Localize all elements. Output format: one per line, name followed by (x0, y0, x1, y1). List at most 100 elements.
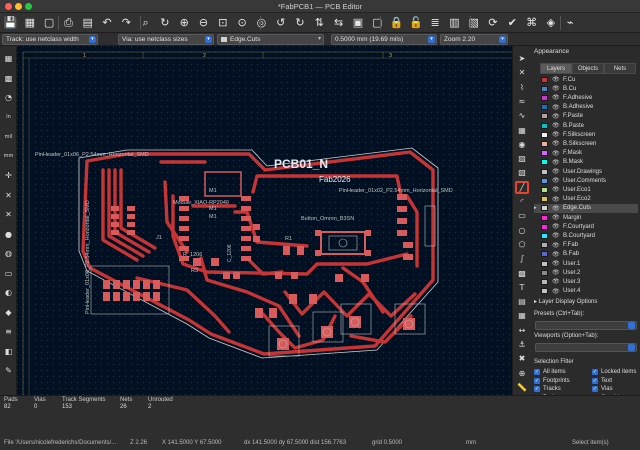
checkbox-icon[interactable]: ✓ (534, 377, 540, 384)
zoom-fit-icon[interactable]: ⊡ (215, 15, 230, 30)
visibility-eye-icon[interactable]: 👁 (552, 260, 560, 267)
visibility-eye-icon[interactable]: 👁 (552, 278, 560, 285)
board-setup-icon[interactable]: ▦ (22, 15, 37, 30)
layer-color-swatch[interactable] (541, 150, 548, 157)
layer-row[interactable]: 👁 User.1 (534, 259, 638, 268)
tab-nets[interactable]: Nets (604, 63, 636, 74)
group-icon[interactable]: ▣ (350, 15, 365, 30)
layer-row[interactable]: 👁 User.3 (534, 277, 638, 286)
unlock-icon[interactable]: 🔓 (408, 15, 423, 30)
visibility-eye-icon[interactable]: 👁 (552, 177, 560, 184)
visibility-eye-icon[interactable]: 👁 (552, 150, 560, 157)
measure-icon[interactable]: 📏 (515, 381, 529, 394)
zoom-objects-icon[interactable]: ⊙ (235, 15, 250, 30)
page-settings-icon[interactable]: ▢ (42, 15, 57, 30)
plot-icon[interactable]: ▤ (80, 15, 95, 30)
route-diff-pair-icon[interactable]: ≈ (515, 95, 529, 108)
add-footprint-icon[interactable]: ▦ (515, 124, 529, 137)
layer-color-swatch[interactable] (541, 186, 548, 193)
visibility-eye-icon[interactable]: 👁 (552, 223, 560, 230)
layer-row[interactable]: 👁 User.Comments (534, 176, 638, 185)
footprint-editor-icon[interactable]: ▥ (447, 15, 462, 30)
visibility-eye-icon[interactable]: 👁 (552, 122, 560, 129)
draw-line-icon[interactable]: ╱ (515, 180, 529, 194)
visibility-eye-icon[interactable]: 👁 (552, 113, 560, 120)
draw-rect-icon[interactable]: ▭ (515, 209, 529, 222)
layer-color-swatch[interactable] (541, 278, 548, 285)
ratsnest-icon[interactable]: ✕ (2, 189, 15, 202)
zoom-select[interactable]: Zoom 2.20 ▾ (440, 34, 508, 45)
layer-row[interactable]: 👁 B.Mask (534, 158, 638, 167)
layer-row[interactable]: 👁 B.Silkscreen (534, 139, 638, 148)
visibility-eye-icon[interactable]: 👁 (552, 168, 560, 175)
mm-icon[interactable]: mm (2, 150, 15, 163)
grid-icon[interactable]: ▦ (2, 52, 15, 65)
show-pads-icon[interactable]: ● (2, 228, 15, 241)
redo-icon[interactable]: ↷ (119, 15, 134, 30)
layer-display-options[interactable]: ▸ Layer Display Options (534, 298, 597, 305)
inches-icon[interactable]: in (2, 111, 15, 124)
board-view[interactable]: 1 2 3 PCB01_N Fab2026 PinHeader_01x06_P2… (17, 46, 512, 395)
add-image-icon[interactable]: ▩ (515, 267, 529, 280)
select-icon[interactable]: ➤ (515, 52, 529, 65)
tab-layers[interactable]: Layers (540, 63, 572, 74)
draw-polygon-icon[interactable]: ⬠ (515, 238, 529, 251)
rotate-cw-icon[interactable]: ↻ (293, 15, 308, 30)
layer-color-swatch[interactable] (541, 85, 548, 92)
layer-row[interactable]: 👁 User.Eco1 (534, 185, 638, 194)
add-via-icon[interactable]: ◉ (515, 138, 529, 151)
layer-row[interactable]: 👁 F.Cu (534, 75, 638, 84)
delete-icon[interactable]: ✖ (515, 352, 529, 365)
via-size-select[interactable]: Via: use netclass sizes ▾ (118, 34, 214, 45)
layer-row[interactable]: 👁 B.Fab (534, 250, 638, 259)
layer-color-swatch[interactable] (541, 94, 548, 101)
track-width-select[interactable]: Track: use netclass width ▾ (2, 34, 98, 45)
selection-filter-item[interactable]: ✓ Footprints (534, 377, 570, 384)
layer-row[interactable]: 👁 B.Paste (534, 121, 638, 130)
update-pcb-icon[interactable]: ⟳ (486, 15, 501, 30)
layers-manager-icon[interactable]: ≡ (2, 325, 15, 338)
visibility-eye-icon[interactable]: 👁 (552, 251, 560, 258)
layer-row[interactable]: 👁 User.Eco2 (534, 195, 638, 204)
layer-color-swatch[interactable] (541, 205, 548, 212)
visibility-eye-icon[interactable]: 👁 (552, 85, 560, 92)
ungroup-icon[interactable]: ▢ (370, 15, 385, 30)
selection-filter-item[interactable]: ✓ Tracks (534, 386, 561, 392)
visibility-eye-icon[interactable]: 👁 (552, 76, 560, 83)
flip-icon[interactable]: ⇅ (312, 15, 327, 30)
add-dimension-icon[interactable]: ↔ (515, 324, 529, 337)
lock-icon[interactable]: 🔒 (389, 15, 404, 30)
layer-color-swatch[interactable] (541, 177, 548, 184)
refresh-icon[interactable]: ↻ (157, 15, 172, 30)
pcb-canvas[interactable]: 1 2 3 PCB01_N Fab2026 PinHeader_01x06_P2… (17, 46, 512, 395)
layer-color-swatch[interactable] (541, 251, 548, 258)
checkbox-icon[interactable]: ✓ (592, 386, 598, 392)
draw-arc-icon[interactable]: ◜ (515, 195, 529, 208)
appearance-icon[interactable]: ◧ (2, 345, 15, 358)
rotate-ccw-icon[interactable]: ↺ (273, 15, 288, 30)
visibility-eye-icon[interactable]: 👁 (552, 242, 560, 249)
layer-row[interactable]: 👁 F.Mask (534, 149, 638, 158)
route-track-icon[interactable]: ⌇ (515, 81, 529, 94)
layer-color-swatch[interactable] (541, 76, 548, 83)
checkbox-icon[interactable]: ✓ (592, 369, 598, 375)
visibility-eye-icon[interactable]: 👁 (552, 186, 560, 193)
layer-color-swatch[interactable] (541, 159, 548, 166)
layer-row[interactable]: 👁 User.Drawings (534, 167, 638, 176)
layer-row[interactable]: 👁 F.Courtyard (534, 222, 638, 231)
layer-row[interactable]: 👁 F.Paste (534, 112, 638, 121)
show-vias-icon[interactable]: ◍ (2, 247, 15, 260)
checkbox-icon[interactable]: ✓ (534, 369, 540, 375)
layer-row[interactable]: 👁 B.Adhesive (534, 103, 638, 112)
mirror-icon[interactable]: ⇆ (331, 15, 346, 30)
grid-select[interactable]: 0.5000 mm (19.69 mils) ▾ (331, 34, 437, 45)
visibility-eye-icon[interactable]: 👁 (552, 205, 560, 212)
selection-filter-item[interactable]: ✓ Vias (592, 386, 613, 392)
local-ratsnest-icon[interactable]: ✕ (515, 66, 529, 79)
visibility-eye-icon[interactable]: 👁 (552, 140, 560, 147)
tab-objects[interactable]: Objects (572, 63, 604, 74)
outline-mode-icon[interactable]: ▭ (2, 267, 15, 280)
polar-coords-icon[interactable]: ◔ (2, 91, 15, 104)
layer-color-swatch[interactable] (541, 269, 548, 276)
layer-row[interactable]: 👁 Margin (534, 213, 638, 222)
